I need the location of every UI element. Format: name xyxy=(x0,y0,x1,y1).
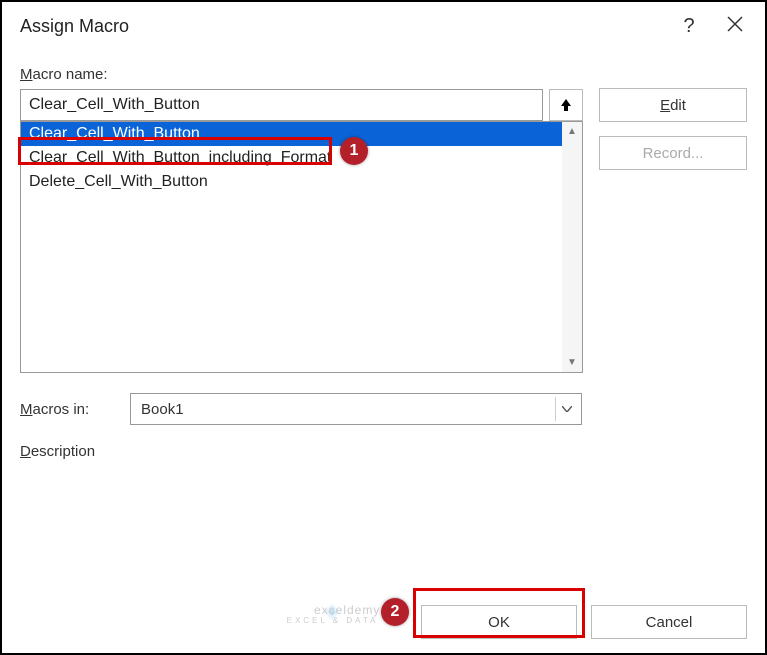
record-button[interactable]: Record... xyxy=(599,136,747,170)
description-label: Description xyxy=(20,443,747,460)
watermark-icon xyxy=(320,600,344,624)
scrollbar[interactable]: ▲ ▼ xyxy=(562,122,582,372)
annotation-badge-2: 2 xyxy=(381,598,409,626)
macro-listbox[interactable]: Clear_Cell_With_Button Clear_Cell_With_B… xyxy=(20,121,583,373)
list-item[interactable]: Clear_Cell_With_Button_including_Format xyxy=(21,146,562,170)
list-item[interactable]: Delete_Cell_With_Button xyxy=(21,170,562,194)
help-icon[interactable]: ? xyxy=(677,15,701,38)
cancel-button[interactable]: Cancel xyxy=(591,605,747,639)
dialog-title: Assign Macro xyxy=(20,16,677,37)
assign-macro-dialog: Assign Macro ? Macro name: Clear_Cell_Wi… xyxy=(0,0,767,655)
list-item[interactable]: Clear_Cell_With_Button xyxy=(21,122,562,146)
ok-button[interactable]: OK xyxy=(421,605,577,639)
scroll-down-icon[interactable]: ▼ xyxy=(567,357,577,368)
chevron-down-icon xyxy=(555,397,577,421)
macro-name-label: Macro name: xyxy=(20,66,583,83)
edit-button[interactable]: Edit xyxy=(599,88,747,122)
macros-in-label: Macros in: xyxy=(20,401,112,418)
watermark-text: exceldemy EXCEL & DATA · BI xyxy=(287,604,408,626)
close-icon[interactable] xyxy=(723,15,747,38)
titlebar: Assign Macro ? xyxy=(2,2,765,50)
macro-name-input[interactable] xyxy=(20,89,543,121)
macro-list-content: Clear_Cell_With_Button Clear_Cell_With_B… xyxy=(21,122,562,372)
macros-in-value: Book1 xyxy=(141,401,184,418)
go-to-macro-button[interactable] xyxy=(549,89,583,121)
macros-in-select[interactable]: Book1 xyxy=(130,393,582,425)
scroll-up-icon[interactable]: ▲ xyxy=(567,126,577,137)
